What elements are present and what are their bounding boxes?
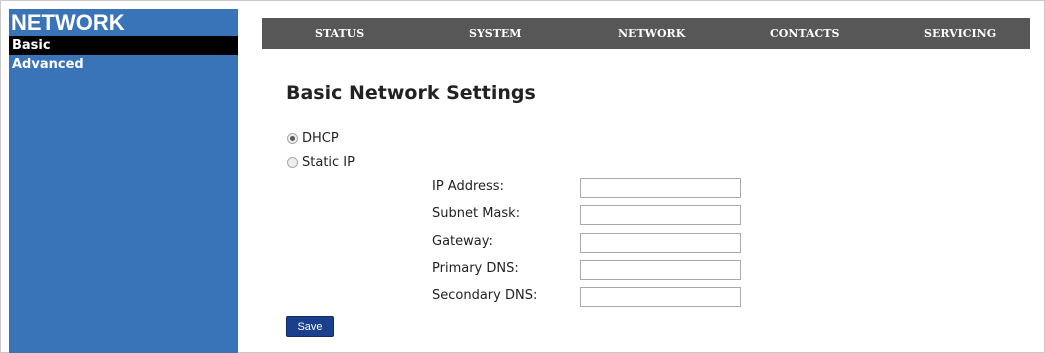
gateway-input[interactable]	[580, 233, 741, 253]
nav-system[interactable]: SYSTEM	[469, 27, 522, 40]
dhcp-radio[interactable]	[287, 133, 298, 144]
gateway-label: Gateway:	[432, 234, 493, 249]
page-title: Basic Network Settings	[286, 82, 536, 104]
subnet-mask-input[interactable]	[580, 205, 741, 225]
primary-dns-label: Primary DNS:	[432, 261, 519, 276]
static-ip-option[interactable]: Static IP	[287, 155, 355, 170]
primary-dns-input[interactable]	[580, 260, 741, 280]
secondary-dns-label: Secondary DNS:	[432, 288, 538, 303]
static-ip-label: Static IP	[302, 155, 355, 170]
dhcp-label: DHCP	[302, 131, 339, 146]
dhcp-option[interactable]: DHCP	[287, 131, 339, 146]
sidebar-item-basic[interactable]: Basic	[9, 36, 238, 55]
save-button[interactable]: Save	[286, 316, 334, 337]
subnet-mask-label: Subnet Mask:	[432, 206, 521, 221]
sidebar-item-advanced[interactable]: Advanced	[9, 55, 238, 74]
ip-address-input[interactable]	[580, 178, 741, 198]
nav-contacts[interactable]: CONTACTS	[770, 27, 839, 40]
secondary-dns-input[interactable]	[580, 287, 741, 307]
top-navigation: STATUS SYSTEM NETWORK CONTACTS SERVICING	[262, 18, 1030, 49]
nav-status[interactable]: STATUS	[315, 27, 364, 40]
sidebar: NETWORK Basic Advanced	[9, 9, 238, 353]
sidebar-title: NETWORK	[11, 10, 125, 35]
nav-network[interactable]: NETWORK	[618, 27, 685, 40]
ip-address-label: IP Address:	[432, 179, 504, 194]
static-ip-radio[interactable]	[287, 157, 298, 168]
nav-servicing[interactable]: SERVICING	[924, 27, 996, 40]
